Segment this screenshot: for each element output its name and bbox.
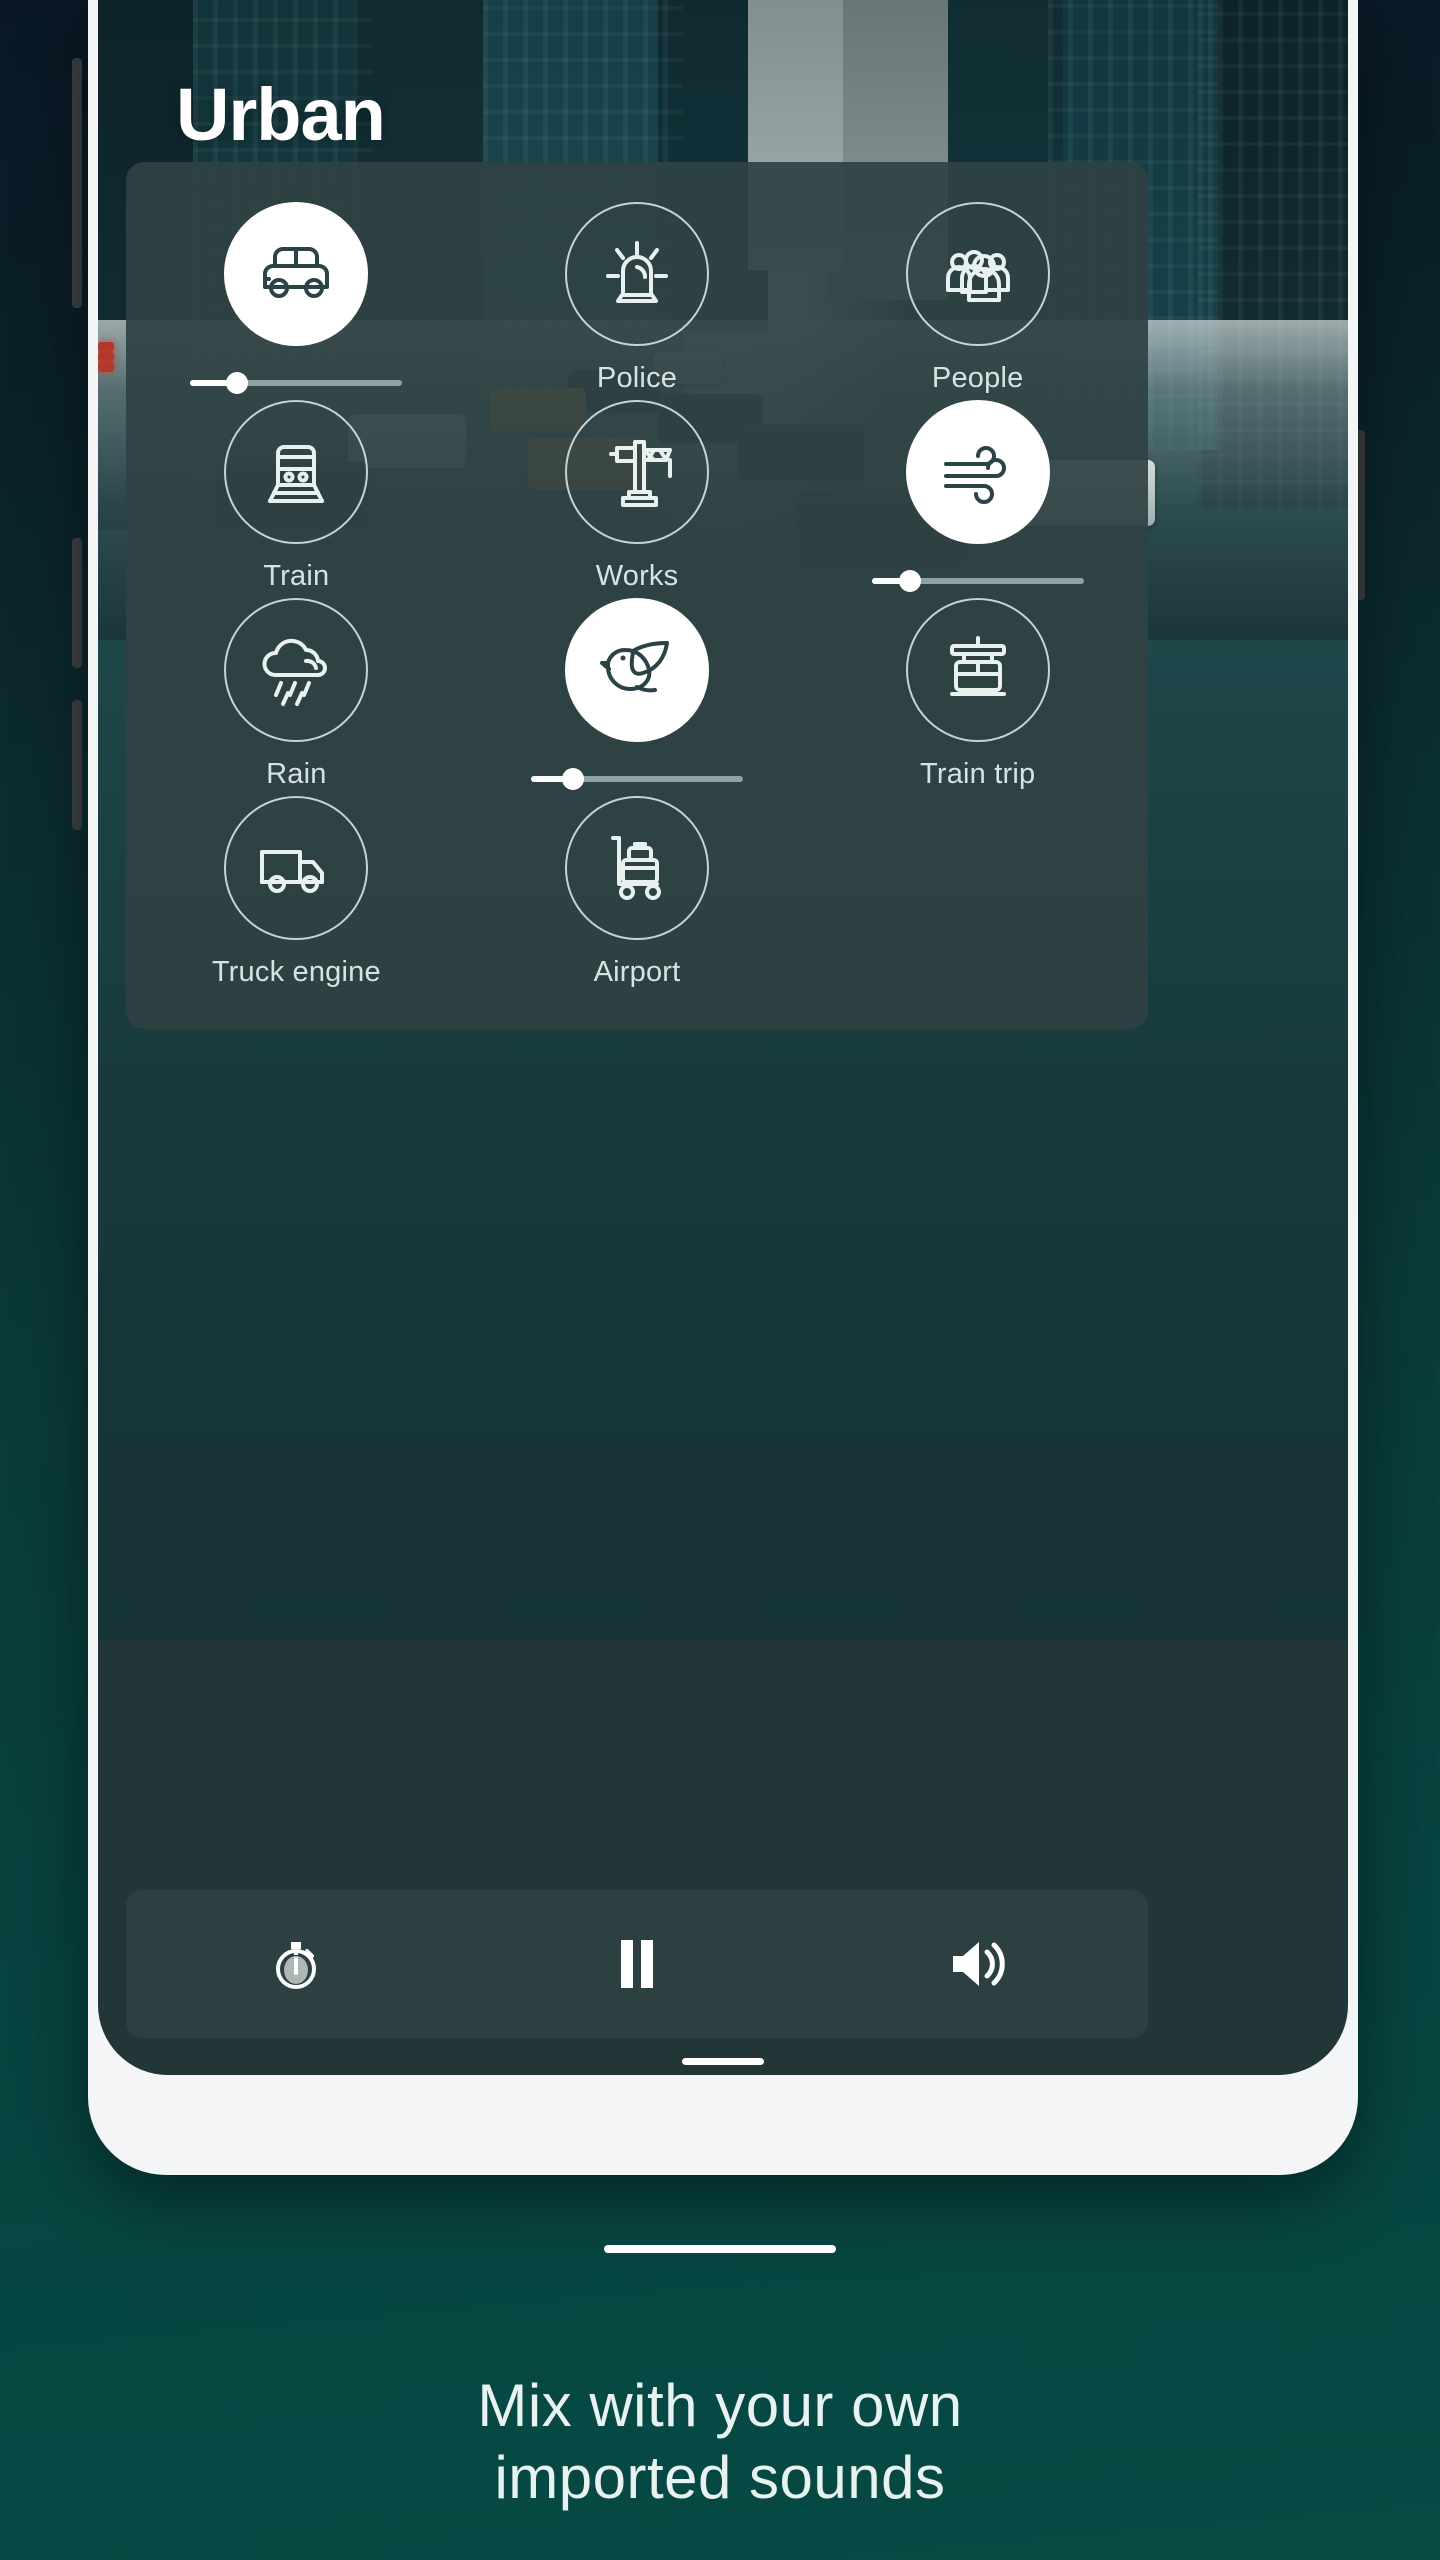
volume-slider-wind[interactable] xyxy=(871,570,1084,592)
sound-label: Train xyxy=(263,560,330,592)
phone-volume-down-button xyxy=(72,538,82,668)
sound-tile-train-trip[interactable]: Train trip xyxy=(807,598,1148,796)
crane-icon[interactable] xyxy=(565,400,709,544)
sound-tile-wind[interactable] xyxy=(807,400,1148,598)
sound-label: Train trip xyxy=(920,758,1036,790)
sound-label: Works xyxy=(595,560,679,592)
sound-grid-panel: Police People Train Works Rain Train tri… xyxy=(126,162,1148,1029)
caption-line-2: imported sounds xyxy=(494,2444,946,2511)
sound-label: Truck engine xyxy=(211,956,381,988)
pause-button[interactable] xyxy=(467,1936,808,1992)
car-icon[interactable] xyxy=(224,202,369,346)
train-trip-icon[interactable] xyxy=(905,598,1050,742)
sound-tile-works[interactable]: Works xyxy=(467,400,808,598)
people-icon[interactable] xyxy=(905,202,1050,346)
home-indicator xyxy=(604,2245,836,2253)
sound-label: Rain xyxy=(266,758,327,790)
slider-thumb[interactable] xyxy=(898,570,921,592)
train-icon[interactable] xyxy=(224,400,369,544)
bottom-navigation-bar xyxy=(98,2067,1348,2075)
sound-label: People xyxy=(931,362,1024,394)
wind-icon[interactable] xyxy=(905,400,1050,544)
sound-tile-truck[interactable]: Truck engine xyxy=(126,796,467,994)
marketing-caption: Mix with your own imported sounds xyxy=(0,2370,1440,2514)
phone-frame: Urban Police People Train Works Rain Tra… xyxy=(88,0,1358,2175)
caption-line-1: Mix with your own xyxy=(477,2372,963,2439)
volume-button[interactable] xyxy=(807,1936,1148,1992)
bird-icon[interactable] xyxy=(565,598,709,742)
volume-slider-birds[interactable] xyxy=(531,768,743,790)
app-screen: Urban Police People Train Works Rain Tra… xyxy=(98,0,1348,2075)
slider-thumb[interactable] xyxy=(225,372,248,394)
volume-slider-car[interactable] xyxy=(190,372,403,394)
rain-cloud-icon[interactable] xyxy=(224,598,369,742)
sound-tile-police[interactable]: Police xyxy=(467,202,808,400)
sound-tile-airport[interactable]: Airport xyxy=(467,796,808,994)
phone-extra-button xyxy=(72,700,82,830)
sound-label: Police xyxy=(596,362,678,394)
sound-label: Airport xyxy=(593,956,681,988)
siren-icon[interactable] xyxy=(565,202,709,346)
active-tab-indicator xyxy=(682,2058,764,2065)
sound-tile-people[interactable]: People xyxy=(807,202,1148,400)
sound-tile-car[interactable] xyxy=(126,202,467,400)
page-title: Urban xyxy=(176,73,386,156)
phone-volume-up-button xyxy=(72,58,82,308)
sound-tile-birds[interactable] xyxy=(467,598,808,796)
sound-tile-rain[interactable]: Rain xyxy=(126,598,467,796)
sound-tile-train[interactable]: Train xyxy=(126,400,467,598)
slider-thumb[interactable] xyxy=(562,768,585,790)
timer-button[interactable] xyxy=(126,1933,467,1995)
luggage-cart-icon[interactable] xyxy=(565,796,709,940)
playback-controls-bar xyxy=(126,1890,1148,2038)
truck-icon[interactable] xyxy=(224,796,369,940)
